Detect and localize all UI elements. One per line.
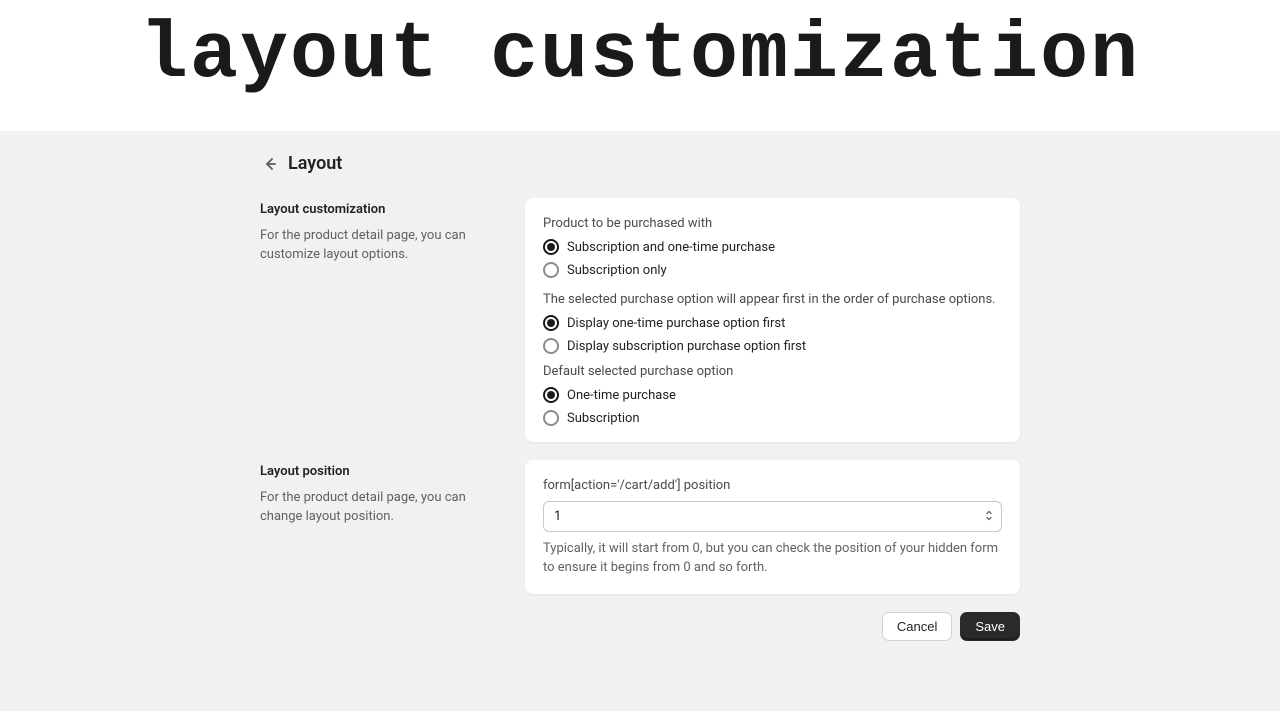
hero-title: layout customization bbox=[0, 10, 1280, 101]
section-layout-customization: Layout customization For the product det… bbox=[260, 198, 1020, 442]
radio-label: Subscription bbox=[567, 411, 640, 426]
radio-onetime-first[interactable]: Display one-time purchase option first bbox=[543, 315, 1002, 331]
order-first-group: The selected purchase option will appear… bbox=[543, 292, 1002, 354]
app-background: Layout Layout customization For the prod… bbox=[0, 131, 1280, 711]
radio-label: Display one-time purchase option first bbox=[567, 316, 785, 331]
radio-icon bbox=[543, 262, 559, 278]
hero-banner: layout customization bbox=[0, 0, 1280, 131]
position-field-label: form[action='/cart/add'] position bbox=[543, 478, 1002, 493]
position-select[interactable]: 1 bbox=[543, 501, 1002, 532]
radio-icon bbox=[543, 239, 559, 255]
radio-label: One-time purchase bbox=[567, 388, 676, 403]
section-description: For the product detail page, you can cha… bbox=[260, 489, 505, 527]
order-first-label: The selected purchase option will appear… bbox=[543, 292, 1002, 307]
radio-default-onetime[interactable]: One-time purchase bbox=[543, 387, 1002, 403]
purchase-with-group: Product to be purchased with Subscriptio… bbox=[543, 216, 1002, 278]
radio-icon bbox=[543, 315, 559, 331]
content-container: Layout Layout customization For the prod… bbox=[260, 153, 1020, 641]
radio-subscription-first[interactable]: Display subscription purchase option fir… bbox=[543, 338, 1002, 354]
cancel-button[interactable]: Cancel bbox=[882, 612, 952, 641]
radio-label: Subscription only bbox=[567, 263, 667, 278]
section-title: Layout position bbox=[260, 464, 505, 479]
default-selected-label: Default selected purchase option bbox=[543, 364, 1002, 379]
section-title: Layout customization bbox=[260, 202, 505, 217]
back-arrow-icon[interactable] bbox=[262, 156, 278, 172]
section-sidebar: Layout customization For the product det… bbox=[260, 198, 505, 442]
default-selected-group: Default selected purchase option One-tim… bbox=[543, 364, 1002, 426]
page-title: Layout bbox=[288, 153, 342, 174]
position-help-text: Typically, it will start from 0, but you… bbox=[543, 540, 1002, 578]
radio-icon bbox=[543, 410, 559, 426]
form-actions: Cancel Save bbox=[260, 612, 1020, 641]
radio-purchase-sub-only[interactable]: Subscription only bbox=[543, 262, 1002, 278]
position-card: form[action='/cart/add'] position 1 Typi… bbox=[525, 460, 1020, 594]
position-select-wrap: 1 bbox=[543, 501, 1002, 532]
save-button[interactable]: Save bbox=[960, 612, 1020, 641]
purchase-with-label: Product to be purchased with bbox=[543, 216, 1002, 231]
radio-default-subscription[interactable]: Subscription bbox=[543, 410, 1002, 426]
radio-label: Display subscription purchase option fir… bbox=[567, 339, 806, 354]
radio-icon bbox=[543, 338, 559, 354]
section-description: For the product detail page, you can cus… bbox=[260, 227, 505, 265]
radio-icon bbox=[543, 387, 559, 403]
customization-card: Product to be purchased with Subscriptio… bbox=[525, 198, 1020, 442]
section-layout-position: Layout position For the product detail p… bbox=[260, 460, 1020, 594]
section-sidebar: Layout position For the product detail p… bbox=[260, 460, 505, 594]
radio-label: Subscription and one-time purchase bbox=[567, 240, 775, 255]
radio-purchase-both[interactable]: Subscription and one-time purchase bbox=[543, 239, 1002, 255]
page-header: Layout bbox=[260, 153, 1020, 174]
